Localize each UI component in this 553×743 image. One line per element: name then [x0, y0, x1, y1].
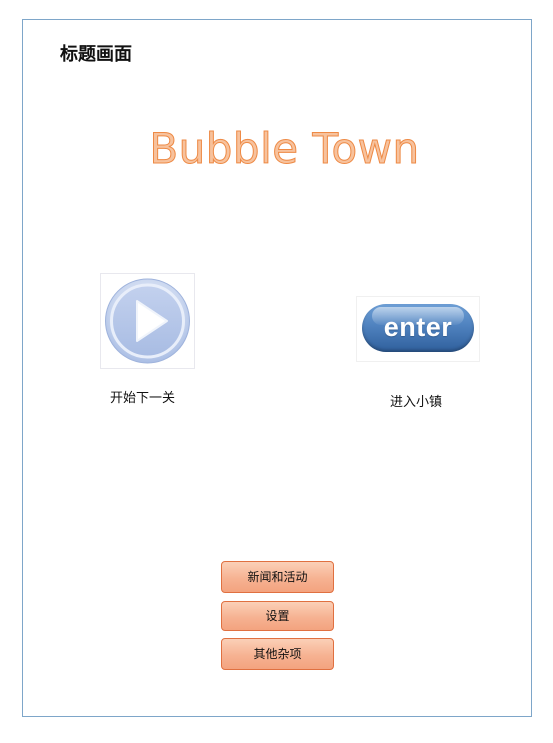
game-logo-text: Bubble Town — [149, 124, 420, 174]
page-title: 标题画面 — [60, 44, 132, 65]
play-icon — [105, 278, 190, 364]
enter-button-image: enter — [362, 304, 474, 352]
news-events-button[interactable]: 新闻和活动 — [221, 561, 334, 593]
settings-button[interactable]: 设置 — [221, 601, 334, 631]
play-caption: 开始下一关 — [110, 391, 176, 406]
enter-label: enter — [383, 312, 453, 342]
enter-button[interactable]: enter — [356, 296, 480, 362]
misc-button[interactable]: 其他杂项 — [221, 638, 334, 670]
game-logo: Bubble Town — [0, 124, 553, 174]
enter-caption: 进入小镇 — [390, 395, 443, 410]
play-button[interactable] — [100, 273, 195, 369]
